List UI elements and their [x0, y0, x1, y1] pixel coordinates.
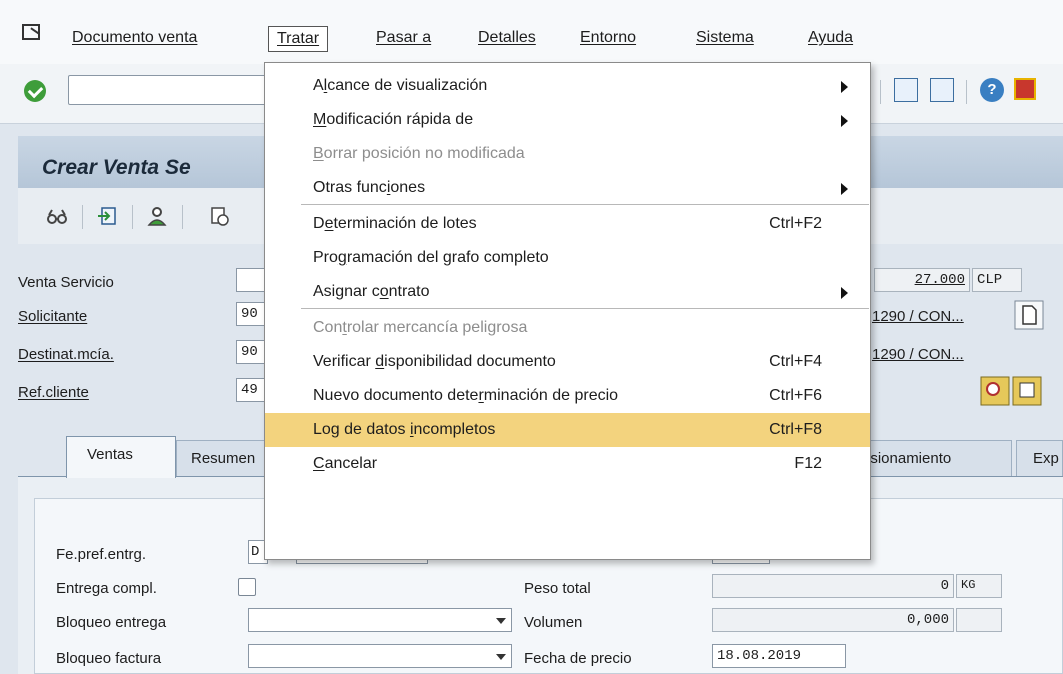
solicitante-label[interactable]: Solicitante: [18, 308, 87, 325]
menu-entorno[interactable]: Entorno: [580, 29, 636, 47]
menu-sistema[interactable]: Sistema: [696, 29, 754, 47]
peso-total-field: 0: [712, 574, 954, 598]
bloqueo-factura-label: Bloqueo factura: [56, 650, 162, 667]
toolbar-separator: [966, 80, 967, 104]
search-help-icon[interactable]: [980, 376, 1010, 406]
tratar-dropdown-menu: Alcance de visualización Modificación ráp…: [264, 62, 871, 560]
toolbar-separator: [182, 205, 183, 229]
menu-item-label: Borrar posición no modificada: [313, 145, 525, 162]
menu-item-borrar-posicion[interactable]: Borrar posición no modificada: [265, 137, 870, 171]
menu-pasar-a[interactable]: Pasar a: [376, 29, 431, 47]
page-title: Crear Venta Se: [42, 156, 191, 179]
net-value-field: 27.000: [874, 268, 970, 292]
enter-checkmark-icon[interactable]: [24, 80, 46, 102]
bloqueo-entrega-label: Bloqueo entrega: [56, 614, 167, 631]
menu-item-label: Controlar mercancía peligrosa: [313, 319, 528, 336]
tab-aprovisionamiento[interactable]: isionamiento: [858, 440, 1012, 476]
menu-item-otras-funciones[interactable]: Otras funciones: [265, 171, 870, 205]
layout-menu-icon[interactable]: [1014, 78, 1036, 100]
tab-ventas[interactable]: Ventas: [66, 436, 176, 478]
menu-window-icon[interactable]: [22, 24, 40, 40]
volumen-field: 0,000: [712, 608, 954, 632]
document-header-icon[interactable]: [96, 205, 118, 227]
volumen-unit-field: [956, 608, 1002, 632]
menu-item-label: Programación del grafo completo: [313, 249, 549, 266]
menu-separator: [301, 204, 869, 205]
menu-item-shortcut: F12: [794, 455, 822, 472]
toolbar-separator: [82, 205, 83, 229]
ref-cliente-label[interactable]: Ref.cliente: [18, 384, 89, 401]
chevron-down-icon[interactable]: [496, 654, 506, 660]
menu-item-asignar-contrato[interactable]: Asignar contrato: [265, 275, 870, 309]
conditions-icon[interactable]: [208, 205, 230, 227]
command-field[interactable]: [68, 75, 278, 105]
menu-ayuda[interactable]: Ayuda: [808, 29, 853, 47]
menu-item-label: Otras funciones: [313, 179, 426, 196]
peso-unit-field: KG: [956, 574, 1002, 598]
menu-item-shortcut: Ctrl+F4: [769, 353, 822, 370]
menu-separator: [301, 308, 869, 309]
menu-item-label: Determinación de lotes: [313, 215, 477, 232]
menu-item-controlar-mercancia[interactable]: Controlar mercancía peligrosa: [265, 311, 870, 345]
menu-detalles[interactable]: Detalles: [478, 29, 536, 47]
menu-item-shortcut: Ctrl+F8: [769, 421, 822, 438]
destinatario-label[interactable]: Destinat.mcía.: [18, 346, 114, 363]
menu-item-label: Nuevo documento determinación de precio: [313, 387, 619, 404]
fe-pref-label: Fe.pref.entrg.: [56, 546, 147, 563]
fecha-precio-input[interactable]: 18.08.2019: [712, 644, 846, 668]
menu-tratar[interactable]: Tratar: [268, 26, 329, 52]
solicitante-description: 1290 / CON...: [872, 308, 964, 325]
help-icon[interactable]: ?: [980, 78, 1004, 102]
submenu-arrow-icon: [841, 287, 848, 299]
bloqueo-factura-dropdown[interactable]: [248, 644, 512, 668]
menu-item-verificar-disponibilidad[interactable]: Verificar disponibilidad documento Ctrl+F…: [265, 345, 870, 379]
destinatario-description: 1290 / CON...: [872, 346, 964, 363]
menu-item-label: Verificar disponibilidad documento: [313, 353, 556, 370]
currency-field: CLP: [972, 268, 1022, 292]
menu-item-shortcut: Ctrl+F6: [769, 387, 822, 404]
new-session-icon[interactable]: [894, 78, 918, 102]
chevron-down-icon[interactable]: [496, 618, 506, 624]
fecha-precio-label: Fecha de precio: [524, 650, 632, 667]
partner-person-icon[interactable]: [146, 205, 168, 227]
menu-item-label: Alcance de visualización: [313, 77, 488, 94]
bloqueo-entrega-dropdown[interactable]: [248, 608, 512, 632]
menu-documento-venta[interactable]: Documento venta: [72, 29, 197, 47]
volumen-label: Volumen: [524, 614, 583, 631]
toolbar-separator: [132, 205, 133, 229]
document-display-icon[interactable]: [1014, 300, 1044, 330]
menu-item-programacion-grafo[interactable]: Programación del grafo completo: [265, 241, 870, 275]
menu-item-label: Asignar contrato: [313, 283, 430, 300]
print-icon[interactable]: [1012, 376, 1042, 406]
peso-total-label: Peso total: [524, 580, 591, 597]
menu-item-log-datos-incompletos[interactable]: Log de datos incompletos Ctrl+F8: [265, 413, 870, 447]
menu-item-label: Log de datos incompletos: [313, 421, 496, 438]
menu-item-shortcut: Ctrl+F2: [769, 215, 822, 232]
menu-item-cancelar[interactable]: Cancelar F12: [265, 447, 870, 481]
menu-item-label: Modificación rápida de: [313, 111, 474, 128]
create-shortcut-icon[interactable]: [930, 78, 954, 102]
toolbar-separator: [880, 80, 881, 104]
menu-item-alcance-visualizacion[interactable]: Alcance de visualización: [265, 69, 870, 103]
submenu-arrow-icon: [841, 183, 848, 195]
tab-resumen[interactable]: Resumen: [176, 440, 266, 476]
menu-item-nuevo-documento-precio[interactable]: Nuevo documento determinación de precio C…: [265, 379, 870, 413]
submenu-arrow-icon: [841, 81, 848, 93]
glasses-icon[interactable]: [46, 205, 68, 227]
entrega-compl-label: Entrega compl.: [56, 580, 157, 597]
submenu-arrow-icon: [841, 115, 848, 127]
menu-item-modificacion-rapida[interactable]: Modificación rápida de: [265, 103, 870, 137]
venta-servicio-label: Venta Servicio: [18, 274, 114, 291]
tab-expedicion[interactable]: Exp: [1016, 440, 1063, 476]
menu-item-label: Cancelar: [313, 455, 378, 472]
menu-item-determinacion-lotes[interactable]: Determinación de lotes Ctrl+F2: [265, 207, 870, 241]
entrega-compl-checkbox[interactable]: [238, 578, 256, 596]
